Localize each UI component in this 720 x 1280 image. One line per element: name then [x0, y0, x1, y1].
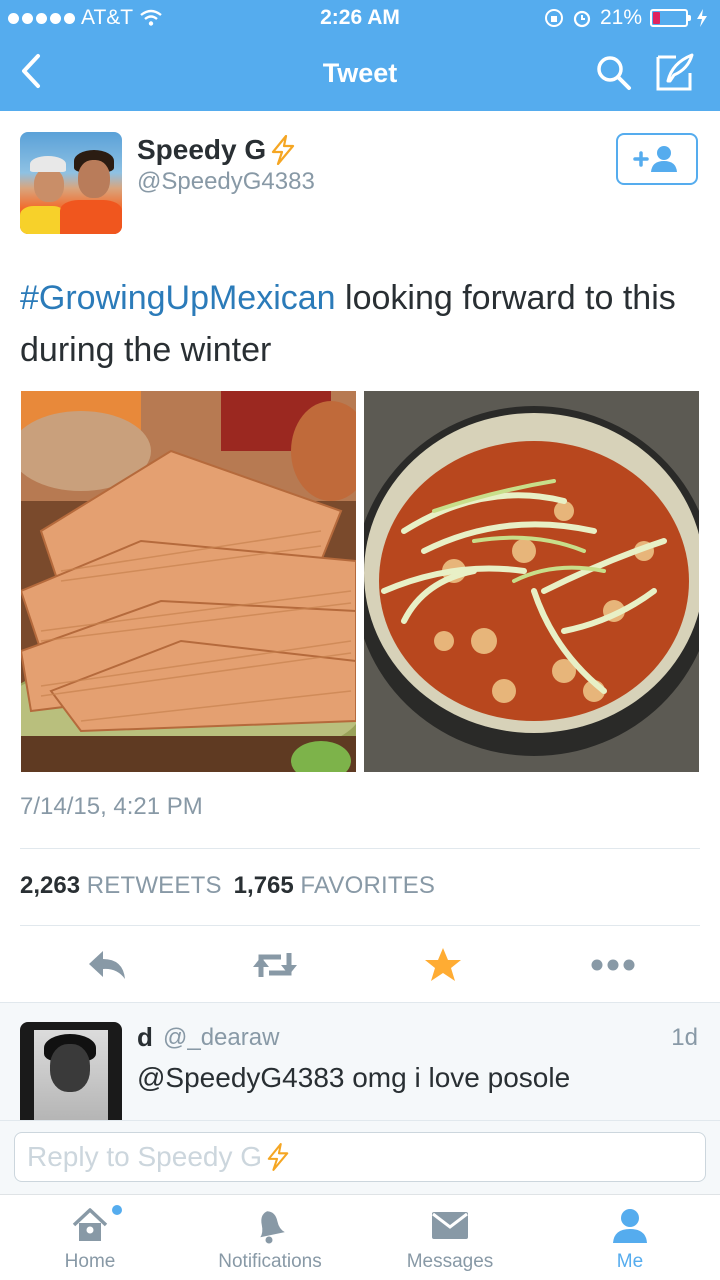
search-button[interactable]	[594, 53, 634, 93]
top-bar: AT&T 2:26 AM 21% Tweet	[0, 0, 720, 111]
author-avatar[interactable]	[20, 132, 122, 234]
tweet-actions	[0, 940, 720, 990]
favorite-button[interactable]	[418, 940, 468, 990]
home-icon	[72, 1208, 108, 1241]
lightning-bolt-icon	[267, 1143, 289, 1171]
reply-placeholder-row: Reply to Speedy G	[27, 1141, 290, 1173]
search-icon	[597, 56, 631, 90]
retweets-label: RETWEETS	[86, 872, 222, 899]
favorites-stat[interactable]: 1,765 FAVORITES	[234, 872, 435, 900]
tab-home[interactable]: Home	[0, 1195, 180, 1280]
posole-image	[364, 391, 699, 772]
author-name: Speedy G	[137, 134, 267, 165]
person-icon	[613, 1209, 647, 1243]
tab-label: Home	[64, 1251, 116, 1272]
divider	[20, 848, 700, 849]
add-user-icon	[633, 146, 677, 172]
divider	[20, 925, 700, 926]
reply-author-name[interactable]: d	[137, 1022, 153, 1053]
favorites-label: FAVORITES	[300, 872, 436, 899]
favorites-count: 1,765	[233, 872, 294, 899]
tab-bar: Home Notifications Messages Me	[0, 1194, 720, 1280]
lightning-bolt-icon	[272, 135, 295, 165]
alarm-icon	[573, 10, 591, 28]
status-right: 21%	[544, 6, 708, 30]
compose-button[interactable]	[654, 51, 696, 93]
reply-avatar[interactable]	[20, 1022, 122, 1120]
hashtag-link[interactable]: #GrowingUpMexican	[20, 279, 336, 317]
follow-button[interactable]	[616, 133, 698, 185]
reply-text: @SpeedyG4383 omg i love posole	[137, 1062, 571, 1093]
more-button[interactable]	[588, 940, 638, 990]
bell-icon	[260, 1211, 285, 1244]
tab-messages[interactable]: Messages	[360, 1195, 540, 1280]
tab-label: Me	[616, 1251, 644, 1272]
retweet-button[interactable]	[250, 940, 300, 990]
tamales-image	[21, 391, 356, 772]
tweet-photo-posole[interactable]	[364, 391, 699, 772]
author-handle[interactable]: @SpeedyG4383	[137, 168, 315, 196]
reply-icon	[89, 951, 125, 979]
envelope-icon	[432, 1212, 468, 1239]
tweet-timestamp: 7/14/15, 4:21 PM	[20, 793, 203, 820]
reply-timestamp: 1d	[671, 1024, 698, 1051]
tab-label: Notifications	[218, 1251, 322, 1272]
tweet-stats: 2,263 RETWEETS 1,765 FAVORITES	[20, 872, 435, 900]
author-name-row[interactable]: Speedy G	[137, 134, 296, 166]
tweet-text: #GrowingUpMexican looking forward to thi…	[20, 272, 700, 376]
compose-icon	[656, 53, 694, 91]
retweets-count: 2,263	[20, 872, 81, 899]
tab-notifications[interactable]: Notifications	[180, 1195, 360, 1280]
rotation-lock-icon	[544, 9, 563, 27]
tab-label: Messages	[406, 1251, 494, 1272]
charging-icon	[697, 9, 707, 27]
tab-me[interactable]: Me	[540, 1195, 720, 1280]
status-bar: AT&T 2:26 AM 21%	[0, 0, 720, 36]
retweets-stat[interactable]: 2,263 RETWEETS	[20, 872, 222, 900]
retweet-icon	[253, 953, 297, 977]
tweet-photo-tamales[interactable]	[21, 391, 356, 772]
nav-bar: Tweet	[0, 36, 720, 111]
reply-author-handle[interactable]: @_dearaw	[163, 1024, 279, 1052]
star-icon	[425, 948, 461, 981]
reply-placeholder: Reply to Speedy G	[27, 1141, 263, 1172]
reply-button[interactable]	[82, 940, 132, 990]
notification-dot	[112, 1205, 122, 1215]
battery-icon	[650, 9, 691, 27]
more-icon	[591, 959, 635, 971]
battery-percent: 21%	[599, 6, 642, 29]
reply-input[interactable]: Reply to Speedy G	[14, 1132, 706, 1182]
